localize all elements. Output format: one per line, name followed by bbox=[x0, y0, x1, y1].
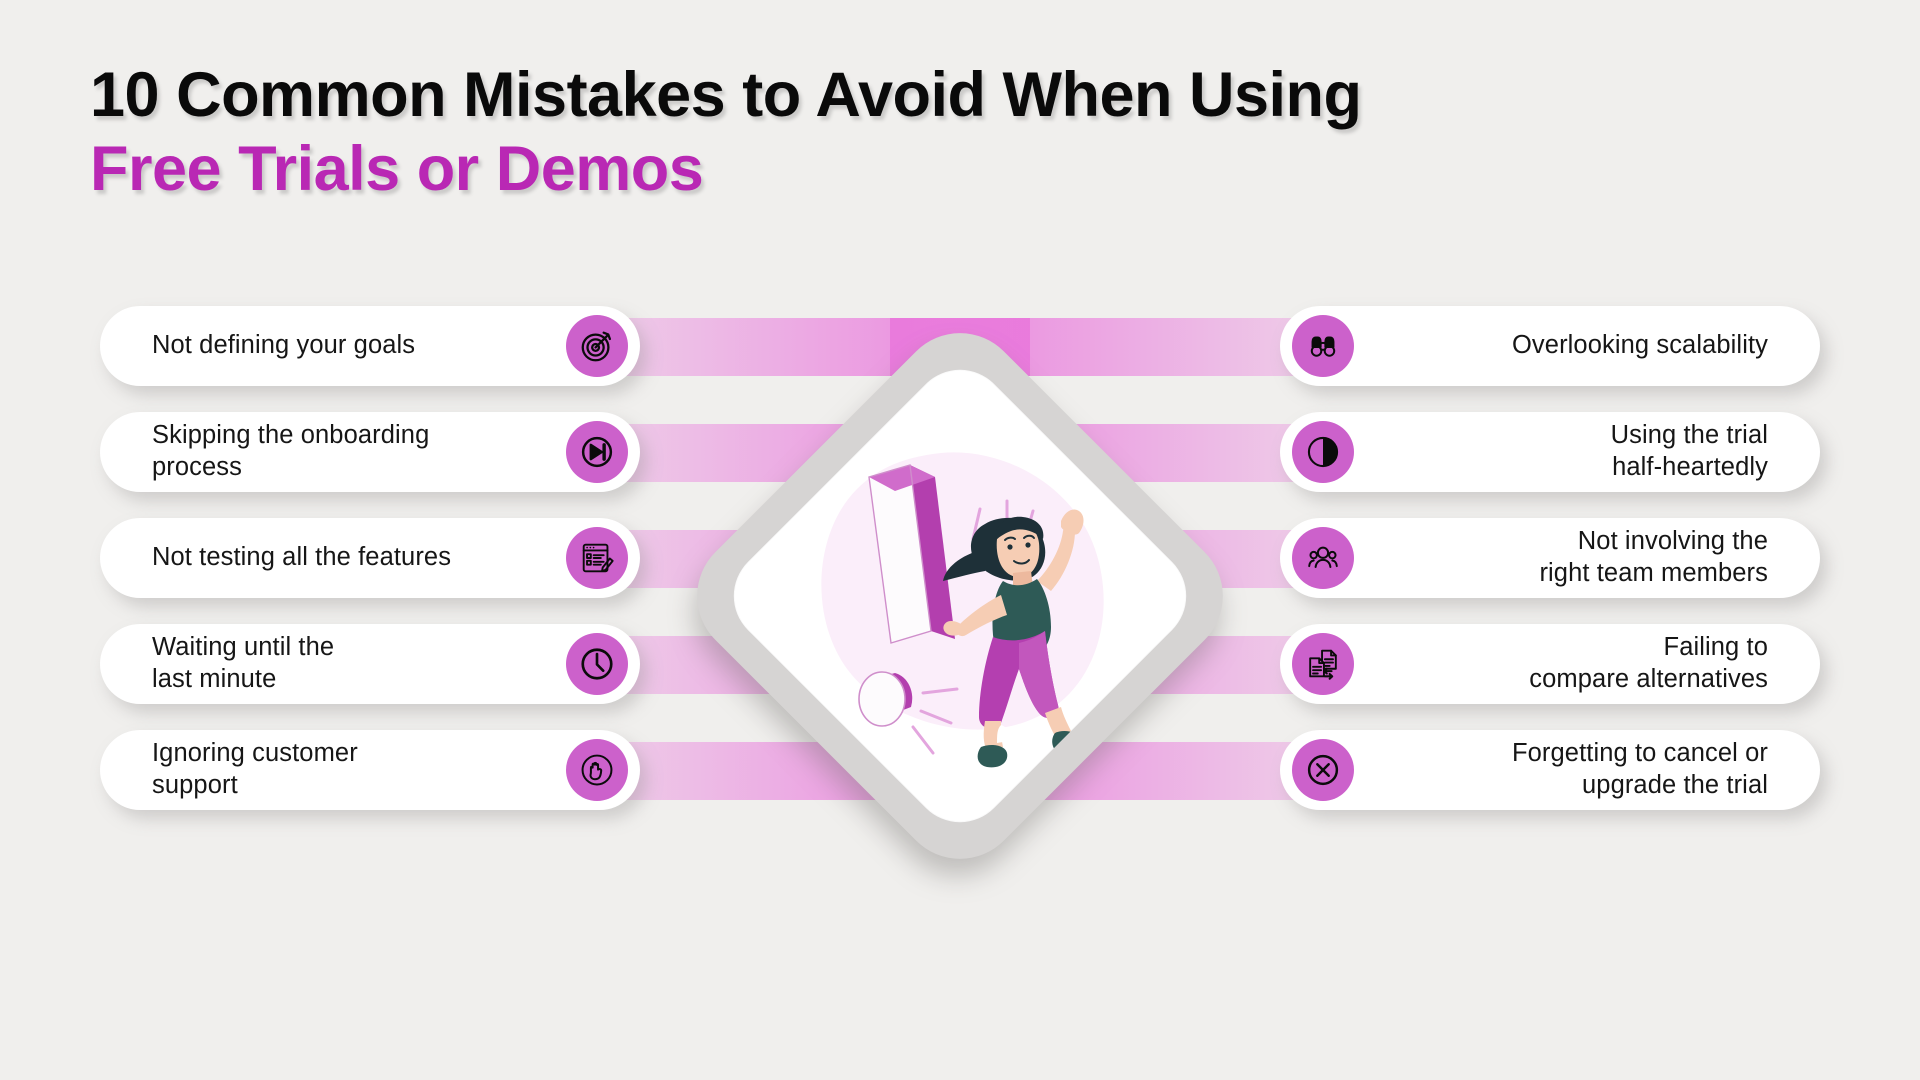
half-circle-icon bbox=[1292, 421, 1354, 483]
mistake-label: Waiting until the last minute bbox=[152, 633, 335, 693]
mistake-label: Skipping the onboarding process bbox=[152, 421, 430, 481]
x-circle-icon bbox=[1292, 739, 1354, 801]
mistake-label: Forgetting to cancel or upgrade the tria… bbox=[1511, 739, 1768, 799]
mistake-label: Ignoring customer support bbox=[152, 739, 358, 799]
mistake-item-right-2[interactable]: Using the trial half-heartedly bbox=[1280, 412, 1820, 492]
mistake-label: Overlooking scalability bbox=[1512, 331, 1768, 360]
people-group-icon bbox=[1292, 527, 1354, 589]
mistake-item-left-1[interactable]: Not defining your goals bbox=[100, 306, 640, 386]
compare-documents-icon bbox=[1292, 633, 1354, 695]
mistake-item-left-5[interactable]: Ignoring customer support bbox=[100, 730, 640, 810]
page-title: 10 Common Mistakes to Avoid When Using F… bbox=[90, 58, 1730, 207]
mistake-item-right-1[interactable]: Overlooking scalability bbox=[1280, 306, 1820, 386]
mistake-item-left-3[interactable]: Not testing all the features bbox=[100, 518, 640, 598]
woman-with-exclamation-mark-illustration bbox=[821, 452, 1104, 768]
mistake-label: Not defining your goals bbox=[152, 331, 416, 360]
mistake-label: Failing to compare alternatives bbox=[1529, 633, 1768, 693]
diamond-card bbox=[713, 349, 1207, 843]
infographic-canvas: 10 Common Mistakes to Avoid When Using F… bbox=[0, 0, 1920, 1080]
mistake-item-right-5[interactable]: Forgetting to cancel or upgrade the tria… bbox=[1280, 730, 1820, 810]
mistake-label: Not involving the right team members bbox=[1539, 527, 1768, 587]
center-illustration bbox=[660, 296, 1260, 896]
skip-forward-icon bbox=[566, 421, 628, 483]
mistake-item-right-3[interactable]: Not involving the right team members bbox=[1280, 518, 1820, 598]
mistake-item-left-2[interactable]: Skipping the onboarding process bbox=[100, 412, 640, 492]
mistake-item-right-4[interactable]: Failing to compare alternatives bbox=[1280, 624, 1820, 704]
mistake-item-left-4[interactable]: Waiting until the last minute bbox=[100, 624, 640, 704]
binoculars-icon bbox=[1292, 315, 1354, 377]
mistake-label: Using the trial half-heartedly bbox=[1610, 421, 1768, 481]
checklist-pencil-icon bbox=[566, 527, 628, 589]
title-line-primary: 10 Common Mistakes to Avoid When Using bbox=[90, 60, 1362, 130]
clock-icon bbox=[566, 633, 628, 695]
mistake-label: Not testing all the features bbox=[152, 543, 452, 572]
raised-hand-icon bbox=[566, 739, 628, 801]
title-line-accent: Free Trials or Demos bbox=[90, 134, 704, 205]
target-icon bbox=[566, 315, 628, 377]
